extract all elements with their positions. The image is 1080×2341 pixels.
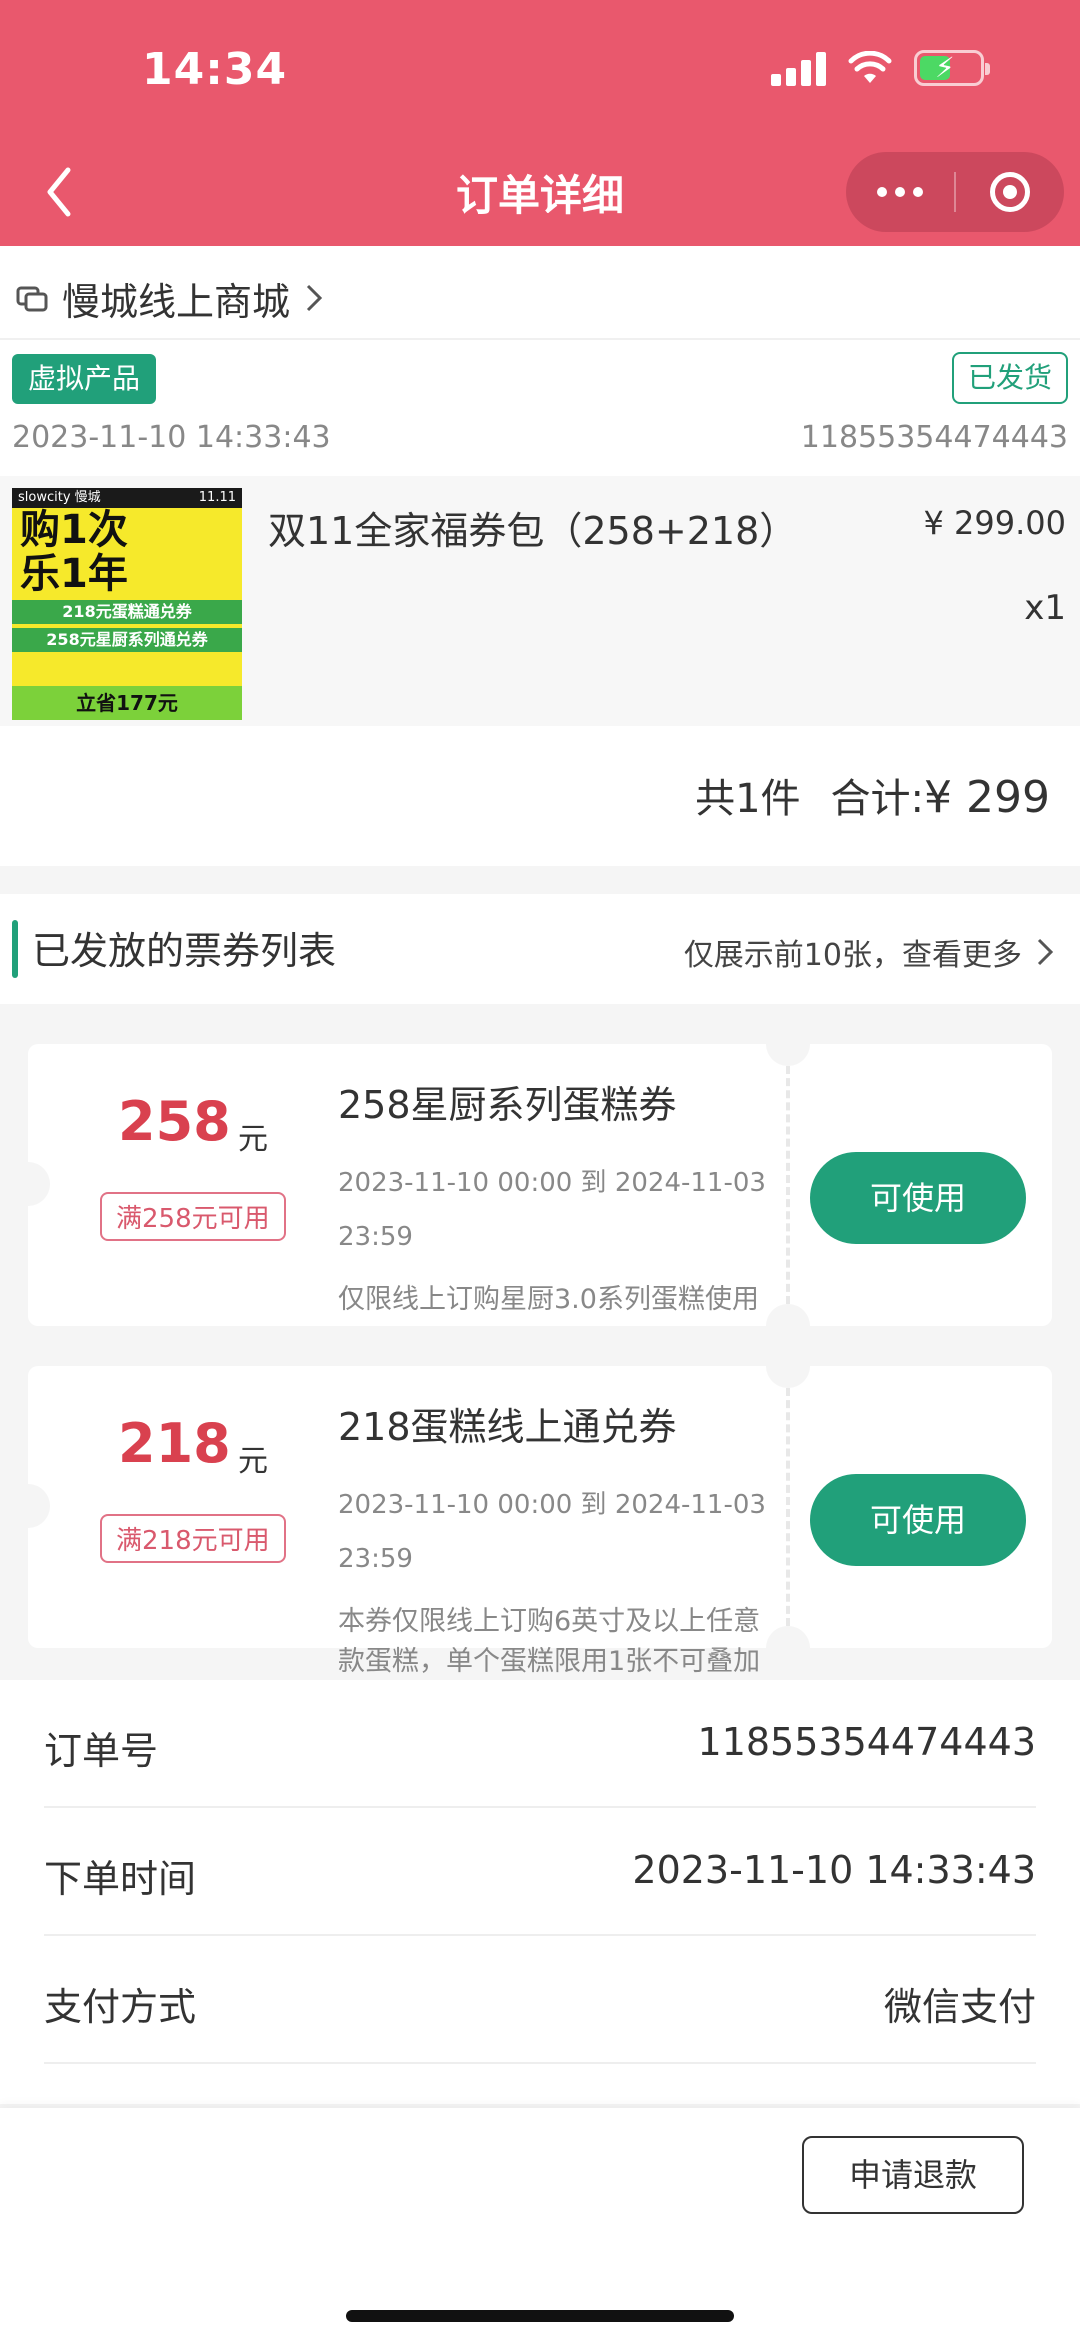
battery-icon: ⚡ xyxy=(914,50,990,86)
order-card: 慢城线上商城 虚拟产品 已发货 2023-11-10 14:33:43 1185… xyxy=(0,246,1080,866)
coupons-section-header: 已发放的票券列表 仅展示前10张，查看更多 xyxy=(0,894,1080,1004)
coupon-unit: 元 xyxy=(238,1122,268,1157)
coupon-list: 258 元 满258元可用 258星厨系列蛋糕券 2023-11-10 00:0… xyxy=(0,1004,1080,1680)
store-name: 慢城线上商城 xyxy=(62,279,291,324)
order-time-row: 下单时间 2023-11-10 14:33:43 xyxy=(44,1808,1036,1936)
total-label: 合计: xyxy=(830,776,925,822)
coupon-valid-end: 23:59 xyxy=(338,1222,413,1252)
top-header: 14:34 ⚡ 订单详细 xyxy=(0,0,1080,246)
chevron-right-icon xyxy=(1037,938,1054,966)
use-coupon-button[interactable]: 可使用 xyxy=(810,1474,1026,1566)
coupon-description: 仅限线上订购星厨3.0系列蛋糕使用 xyxy=(338,1284,759,1315)
order-date: 2023-11-10 14:33:43 xyxy=(12,420,331,455)
coupon-valid-range: 2023-11-10 00:00 到 2024-11-03 xyxy=(338,1490,766,1520)
product-name: 双11全家福券包（258+218） xyxy=(268,509,798,553)
view-more-link[interactable]: 仅展示前10张，查看更多 xyxy=(684,930,1056,974)
order-number-row: 订单号 11855354474443 xyxy=(44,1680,1036,1808)
status-time: 14:34 xyxy=(142,44,288,95)
order-number-label: 订单号 xyxy=(44,1729,159,1773)
status-badge: 已发货 xyxy=(951,352,1068,404)
order-number-value: 11855354474443 xyxy=(697,1720,1036,1764)
coupon-condition: 满258元可用 xyxy=(100,1192,286,1241)
product-quantity: x1 xyxy=(1024,588,1066,628)
product-image: slowcity 慢城 11.11 购1次 乐1年 218元蛋糕通兑券 258元星… xyxy=(12,488,242,720)
coupon-name: 218蛋糕线上通兑券 xyxy=(338,1405,677,1449)
chevron-right-icon xyxy=(306,284,323,312)
order-time-label: 下单时间 xyxy=(44,1857,197,1901)
order-info: 订单号 11855354474443 下单时间 2023-11-10 14:33… xyxy=(0,1680,1080,2104)
order-number: 11855354474443 xyxy=(800,420,1068,455)
coupon-card: 258 元 满258元可用 258星厨系列蛋糕券 2023-11-10 00:0… xyxy=(6,1022,1052,1348)
total-amount: ¥ 299 xyxy=(924,772,1050,823)
section-title: 已发放的票券列表 xyxy=(32,929,337,973)
product-price: ¥ 299.00 xyxy=(923,504,1067,542)
order-time-value: 2023-11-10 14:33:43 xyxy=(632,1848,1036,1892)
coupon-value: 218 xyxy=(118,1412,231,1475)
payment-method-value: 微信支付 xyxy=(883,1985,1036,2029)
coupon-valid-end: 23:59 xyxy=(338,1544,413,1574)
coupon-name: 258星厨系列蛋糕券 xyxy=(338,1083,677,1127)
status-icons: ⚡ xyxy=(771,50,990,86)
more-icon[interactable] xyxy=(846,187,954,197)
coupon-description: 本券仅限线上订购6英寸及以上任意款蛋糕，单个蛋糕限用1张不可叠加 xyxy=(338,1606,761,1677)
request-refund-button[interactable]: 申请退款 xyxy=(802,2136,1024,2214)
coupon-unit: 元 xyxy=(238,1444,268,1479)
home-indicator xyxy=(346,2310,734,2322)
coupon-value: 258 xyxy=(118,1090,231,1153)
store-link[interactable]: 慢城线上商城 xyxy=(14,268,326,328)
order-total: 共1件 合计:¥ 299 xyxy=(695,766,1050,824)
use-coupon-button[interactable]: 可使用 xyxy=(810,1152,1026,1244)
payment-method-label: 支付方式 xyxy=(44,1985,197,2029)
bottom-action-bar: 申请退款 xyxy=(0,2108,1080,2341)
coupon-condition: 满218元可用 xyxy=(100,1514,286,1563)
virtual-product-badge: 虚拟产品 xyxy=(12,354,157,404)
wifi-icon xyxy=(848,51,892,83)
coupon-card: 218 元 满218元可用 218蛋糕线上通兑券 2023-11-10 00:0… xyxy=(6,1344,1052,1677)
payment-method-row: 支付方式 微信支付 xyxy=(44,1936,1036,2064)
product-item[interactable]: slowcity 慢城 11.11 购1次 乐1年 218元蛋糕通兑券 258元星… xyxy=(0,476,1080,726)
coupon-valid-range: 2023-11-10 00:00 到 2024-11-03 xyxy=(338,1168,766,1198)
item-count: 共1件 xyxy=(695,776,801,822)
miniapp-capsule xyxy=(846,152,1064,232)
close-miniapp-icon[interactable] xyxy=(956,172,1064,212)
signal-icon xyxy=(771,50,826,86)
store-icon xyxy=(16,286,48,312)
